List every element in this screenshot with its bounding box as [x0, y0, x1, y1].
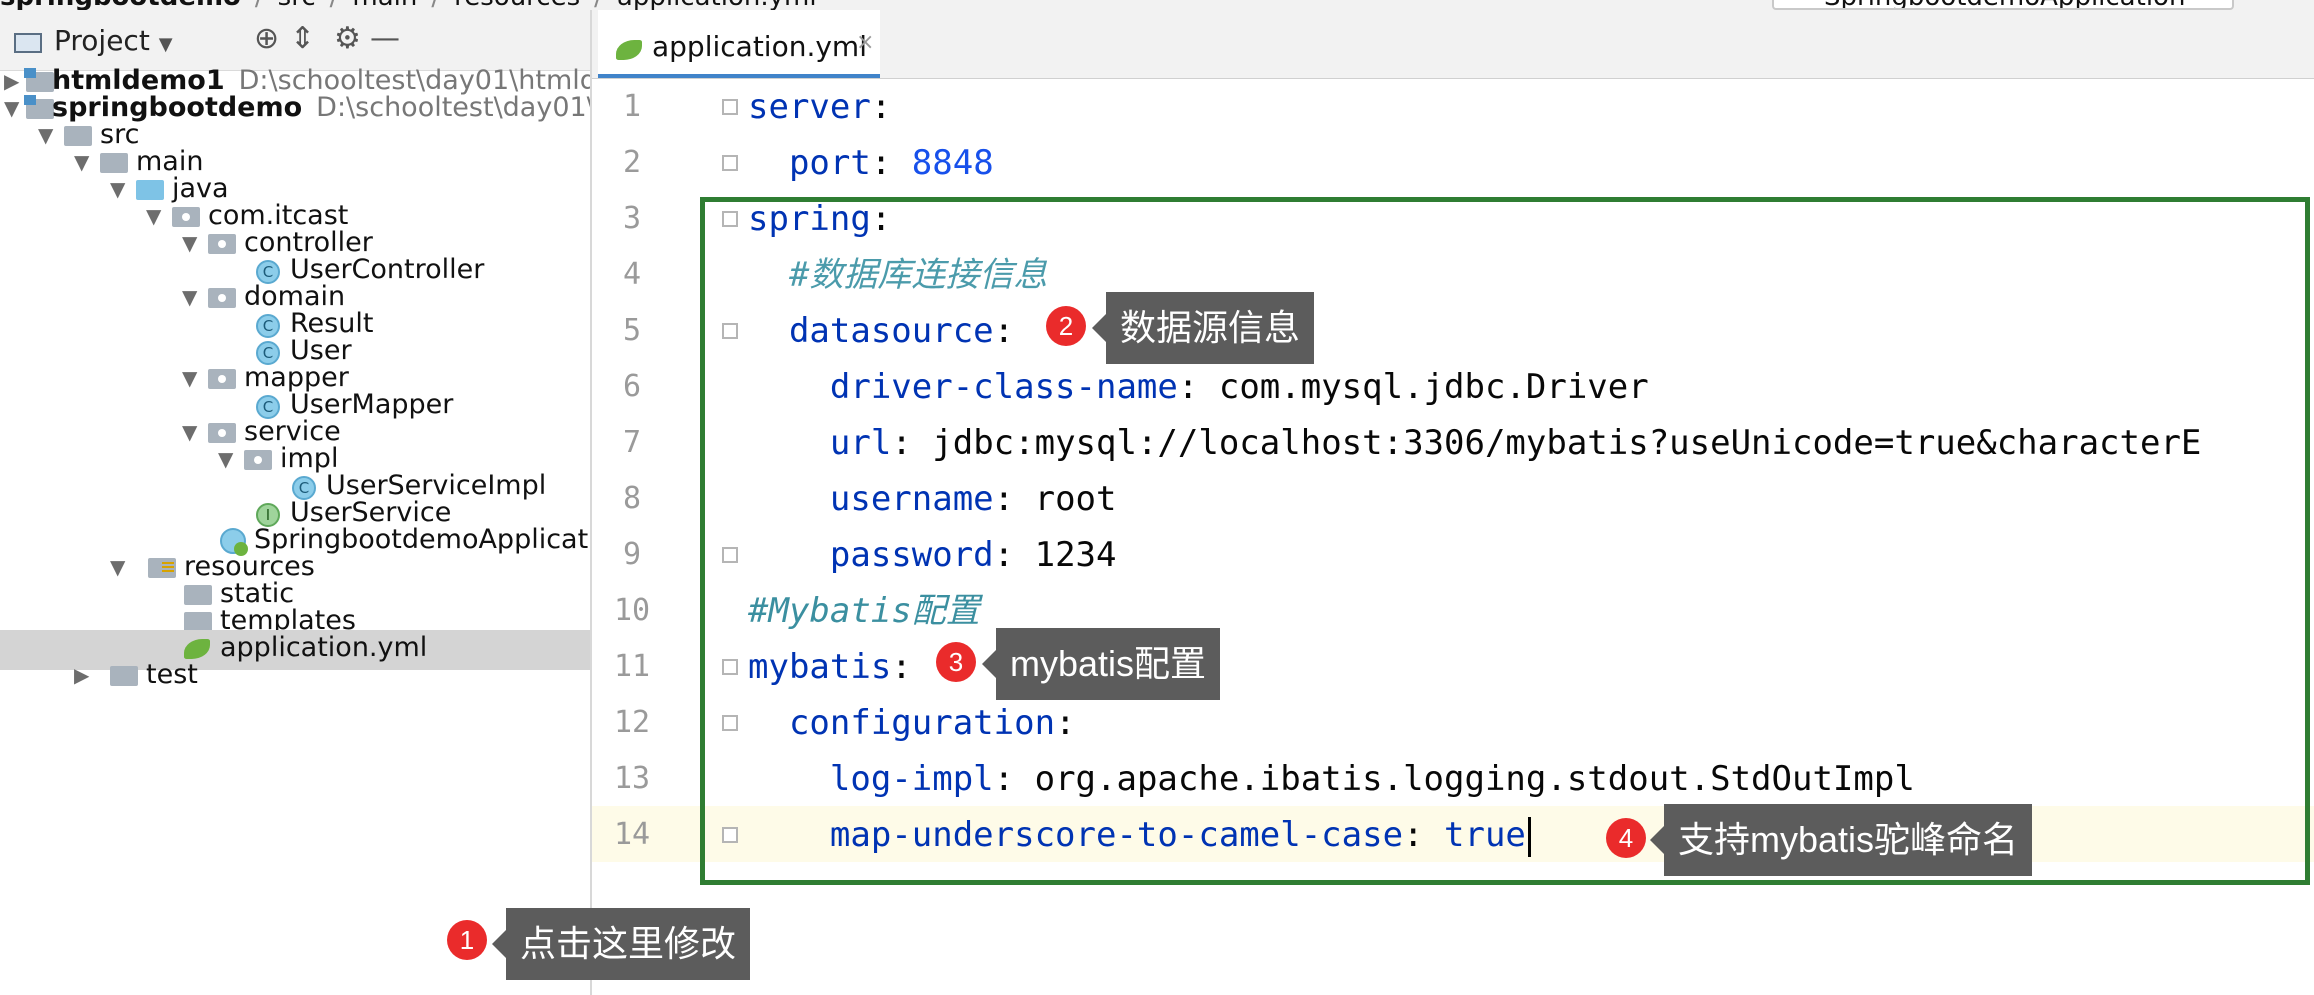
- fold-end-icon[interactable]: [722, 827, 738, 843]
- line-number: 2: [622, 145, 642, 180]
- folder-icon: [64, 126, 92, 146]
- breadcrumb-file[interactable]: application.yml: [617, 0, 817, 10]
- breadcrumb-bar: springbootdemo/src/main/resources/applic…: [0, 0, 2314, 10]
- code-line-6: driver-class-name: com.mysql.jdbc.Driver: [829, 367, 1649, 407]
- project-panel: Project ▼ ⊕ ⇕ ⚙ — ▶ htmldemo1 D:\schoolte…: [0, 10, 592, 995]
- tab-application-yml[interactable]: application.yml ×: [598, 10, 880, 78]
- fold-marker-icon[interactable]: [722, 715, 738, 731]
- code-line-3: spring:: [748, 199, 892, 239]
- project-view-selector[interactable]: Project ▼: [54, 24, 173, 57]
- folder-icon: [110, 666, 138, 686]
- line-number: 8: [622, 481, 642, 516]
- gear-icon[interactable]: ⚙: [334, 24, 361, 54]
- folder-icon: [100, 153, 128, 173]
- line-number: 4: [622, 257, 642, 292]
- annotation-badge-2: 2: [1046, 306, 1086, 346]
- code-line-11: mybatis:: [748, 647, 912, 687]
- line-number: 12: [613, 705, 651, 740]
- code-line-12: configuration:: [788, 703, 1076, 743]
- annotation-callout-4: 支持mybatis驼峰命名: [1649, 804, 2033, 876]
- code-line-1: server:: [748, 87, 892, 127]
- yml-file-icon: [616, 40, 642, 60]
- fold-marker-icon[interactable]: [722, 323, 738, 339]
- package-icon: [208, 423, 236, 443]
- close-icon[interactable]: ×: [856, 30, 874, 55]
- run-configuration-select[interactable]: SpringbootdemoApplication: [1772, 0, 2234, 10]
- fold-marker-icon[interactable]: [722, 211, 738, 227]
- breadcrumb-main[interactable]: main: [352, 0, 417, 10]
- line-number: 1: [622, 89, 642, 124]
- minimize-icon[interactable]: —: [370, 24, 400, 54]
- run-configuration-label: SpringbootdemoApplication: [1824, 0, 2185, 8]
- annotation-badge-1: 1: [447, 920, 487, 960]
- yml-file-icon: [184, 639, 210, 659]
- package-icon: [244, 450, 272, 470]
- breadcrumb-resources[interactable]: resources: [454, 0, 580, 10]
- code-line-2: port: 8848: [788, 143, 994, 183]
- line-number: 7: [622, 425, 642, 460]
- fold-marker-icon[interactable]: [722, 659, 738, 675]
- folder-icon: [184, 612, 212, 632]
- collapse-all-icon[interactable]: ⇕: [290, 24, 315, 54]
- source-folder-icon: [136, 180, 164, 200]
- target-icon[interactable]: ⊕: [254, 24, 279, 54]
- line-number: 11: [613, 649, 651, 684]
- code-line-5: datasource:: [788, 311, 1015, 351]
- code-line-14: map-underscore-to-camel-case: true: [748, 807, 1531, 863]
- tab-label: application.yml: [652, 30, 867, 63]
- annotation-callout-2: 数据源信息: [1091, 292, 1315, 364]
- breadcrumb-project[interactable]: springbootdemo: [0, 0, 241, 10]
- line-number: 10: [613, 593, 651, 628]
- folder-icon: [184, 585, 212, 605]
- code-line-10: #Mybatis配置: [748, 591, 980, 631]
- line-number: 6: [622, 369, 642, 404]
- line-number: 9: [622, 537, 642, 572]
- line-number: 5: [622, 313, 642, 348]
- code-line-8: username: root: [829, 479, 1117, 519]
- editor-tab-bar: application.yml ×: [592, 10, 2314, 79]
- code-line-9: password: 1234: [829, 535, 1117, 575]
- annotation-badge-4: 4: [1606, 818, 1646, 858]
- code-line-13: log-impl: org.apache.ibatis.logging.stdo…: [829, 759, 1915, 799]
- fold-end-icon[interactable]: [722, 155, 738, 171]
- text-caret: [1527, 816, 1531, 857]
- project-view-icon: [14, 33, 42, 53]
- package-icon: [208, 288, 236, 308]
- code-line-7: url: jdbc:mysql://localhost:3306/mybatis…: [829, 423, 2202, 463]
- annotation-callout-3: mybatis配置: [981, 628, 1221, 700]
- module-folder-icon: [24, 95, 54, 119]
- breadcrumb: springbootdemo/src/main/resources/applic…: [0, 0, 817, 10]
- tree-label: test: [146, 659, 198, 690]
- tree-item-test[interactable]: ▶ test: [0, 657, 590, 697]
- annotation-callout-1: 点击这里修改: [491, 908, 751, 980]
- package-icon: [172, 207, 200, 227]
- line-number: 14: [613, 817, 651, 852]
- project-panel-header: Project ▼ ⊕ ⇕ ⚙ —: [0, 10, 590, 71]
- package-icon: [208, 369, 236, 389]
- expand-arrow-icon[interactable]: ▶: [74, 663, 89, 687]
- line-number: 3: [622, 201, 642, 236]
- resources-folder-icon: [148, 558, 176, 578]
- breadcrumb-src[interactable]: src: [278, 0, 316, 10]
- annotation-badge-3: 3: [936, 642, 976, 682]
- line-number: 13: [613, 761, 651, 796]
- module-folder-icon: [24, 68, 54, 92]
- fold-end-icon[interactable]: [722, 547, 738, 563]
- fold-marker-icon[interactable]: [722, 99, 738, 115]
- code-line-4: #数据库连接信息: [788, 255, 1048, 295]
- package-icon: [208, 234, 236, 254]
- code-editor[interactable]: 1 2 3 4 5 6 7 8 9 10 11 12 13 14 server:…: [592, 79, 2314, 995]
